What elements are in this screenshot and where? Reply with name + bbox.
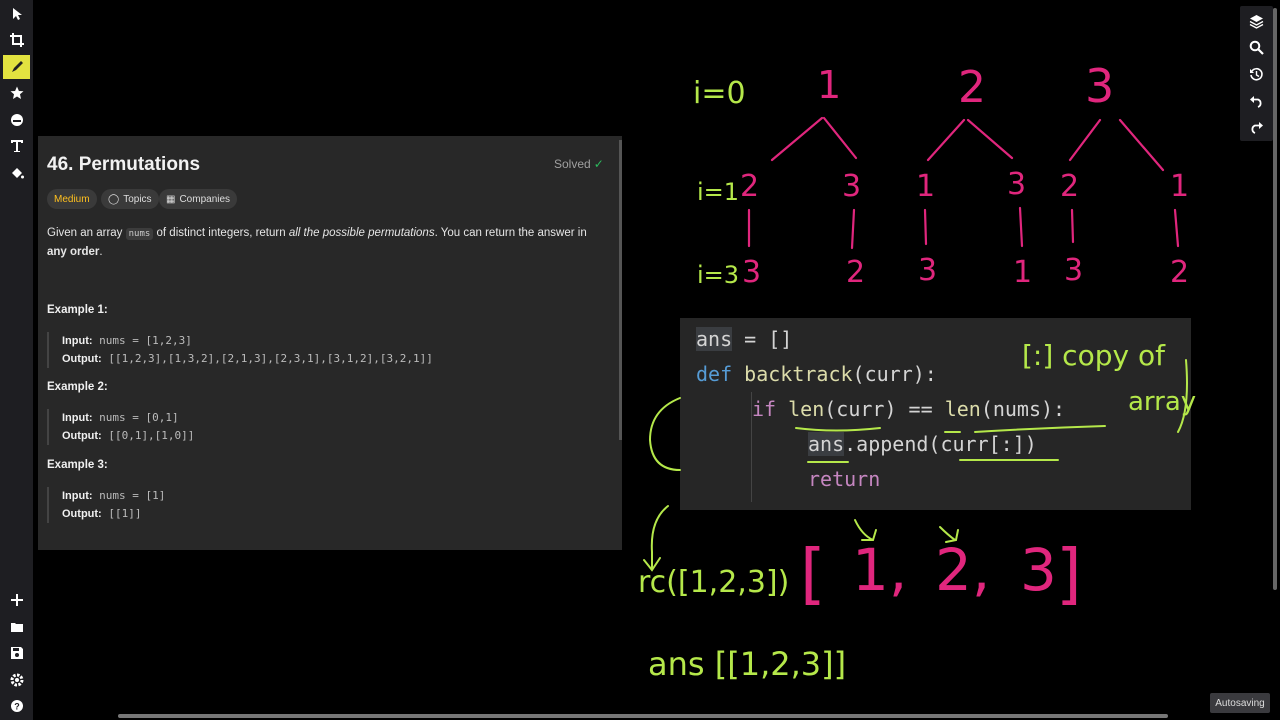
tree-node: 2 bbox=[958, 62, 986, 113]
tree-node: 2 bbox=[740, 169, 759, 204]
tree-node: 1 bbox=[1013, 255, 1032, 290]
copy-note: [:] copy of bbox=[1022, 339, 1166, 372]
copy-note: array bbox=[1128, 387, 1196, 417]
tree-node: 3 bbox=[918, 253, 937, 288]
tree-node: 1 bbox=[916, 169, 935, 204]
tree-node: 3 bbox=[1085, 59, 1114, 113]
tree-node: 3 bbox=[842, 169, 861, 204]
array-element: 3 bbox=[1020, 536, 1057, 604]
array-element: 1, bbox=[852, 536, 907, 604]
array-bracket: [ bbox=[800, 535, 826, 612]
tree-node: 2 bbox=[846, 255, 865, 290]
ans-annotation: ans [[1,2,3]] bbox=[648, 645, 846, 683]
index-label: i=3 bbox=[697, 261, 739, 289]
array-element: 2, bbox=[935, 536, 990, 604]
tree-node: 2 bbox=[1170, 255, 1189, 290]
call-annotation: rc([1,2,3]) bbox=[638, 565, 789, 600]
tree-node: 3 bbox=[1007, 167, 1026, 202]
array-bracket: ] bbox=[1056, 535, 1082, 612]
tree-node: 1 bbox=[1170, 169, 1189, 204]
tree-node: 2 bbox=[1060, 169, 1079, 204]
tree-node: 3 bbox=[1064, 253, 1083, 288]
drawing-layer: i=0 i=1 i=3 1 2 3 2 3 1 3 2 1 3 2 3 1 3 … bbox=[638, 59, 1196, 683]
tree-node: 1 bbox=[817, 63, 841, 107]
index-label: i=0 bbox=[693, 76, 746, 111]
green-strokes bbox=[643, 359, 1188, 572]
index-label: i=1 bbox=[697, 178, 739, 206]
tree-branches bbox=[747, 116, 1180, 250]
tree-node: 3 bbox=[742, 255, 761, 290]
